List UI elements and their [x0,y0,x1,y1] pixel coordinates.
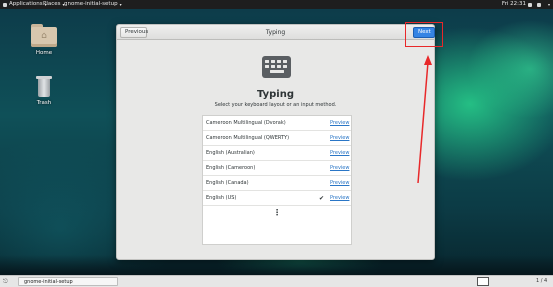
dialog-title: Typing [265,29,286,36]
trash-icon [35,74,53,98]
layout-name: English (Canada) [206,180,249,186]
keyboard-layout-list: Cameroon Multilingual (Dvorak) Preview C… [202,115,352,245]
places-menu[interactable]: Places ▾ [43,0,65,9]
preview-link[interactable]: Preview [330,176,349,191]
preview-link[interactable]: Preview [330,116,349,131]
network-icon [527,2,532,7]
clock-label: Fri 22:31 [501,1,526,7]
page-subtitle: Select your keyboard layout or an input … [214,102,337,108]
layout-row[interactable]: English (Cameroon) Preview [203,161,351,176]
layout-row[interactable]: English (Australian) Preview [203,146,351,161]
places-label: Places [43,1,61,7]
desktop-trash-label: Trash [36,100,52,106]
more-vertical-icon: ⋮ [273,208,281,217]
workspace-switcher[interactable] [477,277,489,286]
chevron-down-icon: ▾ [119,2,122,7]
workspace-count: 1 / 4 [536,278,548,284]
layout-name: Cameroon Multilingual (Dvorak) [206,120,286,126]
bottom-taskbar: ⎋ gnome-initial-setup 1 / 4 [0,275,553,287]
more-layouts-button[interactable]: ⋮ [203,206,351,221]
applications-icon [3,2,7,7]
app-menu-label: gnome-initial-setup [64,1,118,7]
chevron-down-icon: ▾ [547,2,550,7]
layout-name: English (US) [206,195,237,201]
keyboard-icon [262,56,291,78]
preview-link[interactable]: Preview [330,161,349,176]
clock[interactable]: Fri 22:31 [502,0,526,9]
preview-link[interactable]: Preview [330,146,349,161]
desktop-home-label: Home [35,50,53,56]
applications-menu[interactable]: Applications ▾ [3,0,47,9]
system-menu[interactable]: ▾ [527,0,550,9]
page-heading: Typing [256,89,295,100]
layout-row[interactable]: Cameroon Multilingual (QWERTY) Preview [203,131,351,146]
taskbar-window-item[interactable]: gnome-initial-setup [18,277,118,286]
layout-row-selected[interactable]: English (US) ✔ Preview [203,191,351,206]
dialog-headerbar: Previous Typing Next [117,25,435,40]
app-menu[interactable]: gnome-initial-setup ▾ [64,0,122,9]
layout-row[interactable]: Cameroon Multilingual (Dvorak) Preview [203,116,351,131]
layout-name: English (Cameroon) [206,165,256,171]
applications-label: Applications [9,1,43,7]
top-bar: Applications ▾ Places ▾ gnome-initial-se… [0,0,553,9]
desktop-trash[interactable]: Trash [26,74,62,106]
annotation-highlight-box [405,22,443,47]
layout-name: Cameroon Multilingual (QWERTY) [206,135,290,141]
desktop-home[interactable]: ⌂ Home [26,22,62,56]
volume-icon [536,2,541,7]
show-desktop-icon[interactable]: ⎋ [3,278,10,285]
setup-dialog: Previous Typing Next Typing Select your … [116,24,435,260]
layout-name: English (Australian) [206,150,255,156]
layout-row[interactable]: English (Canada) Preview [203,176,351,191]
home-folder-icon: ⌂ [29,22,59,48]
checkmark-icon: ✔ [319,195,325,202]
preview-link[interactable]: Preview [330,131,349,146]
preview-link[interactable]: Preview [330,191,349,206]
